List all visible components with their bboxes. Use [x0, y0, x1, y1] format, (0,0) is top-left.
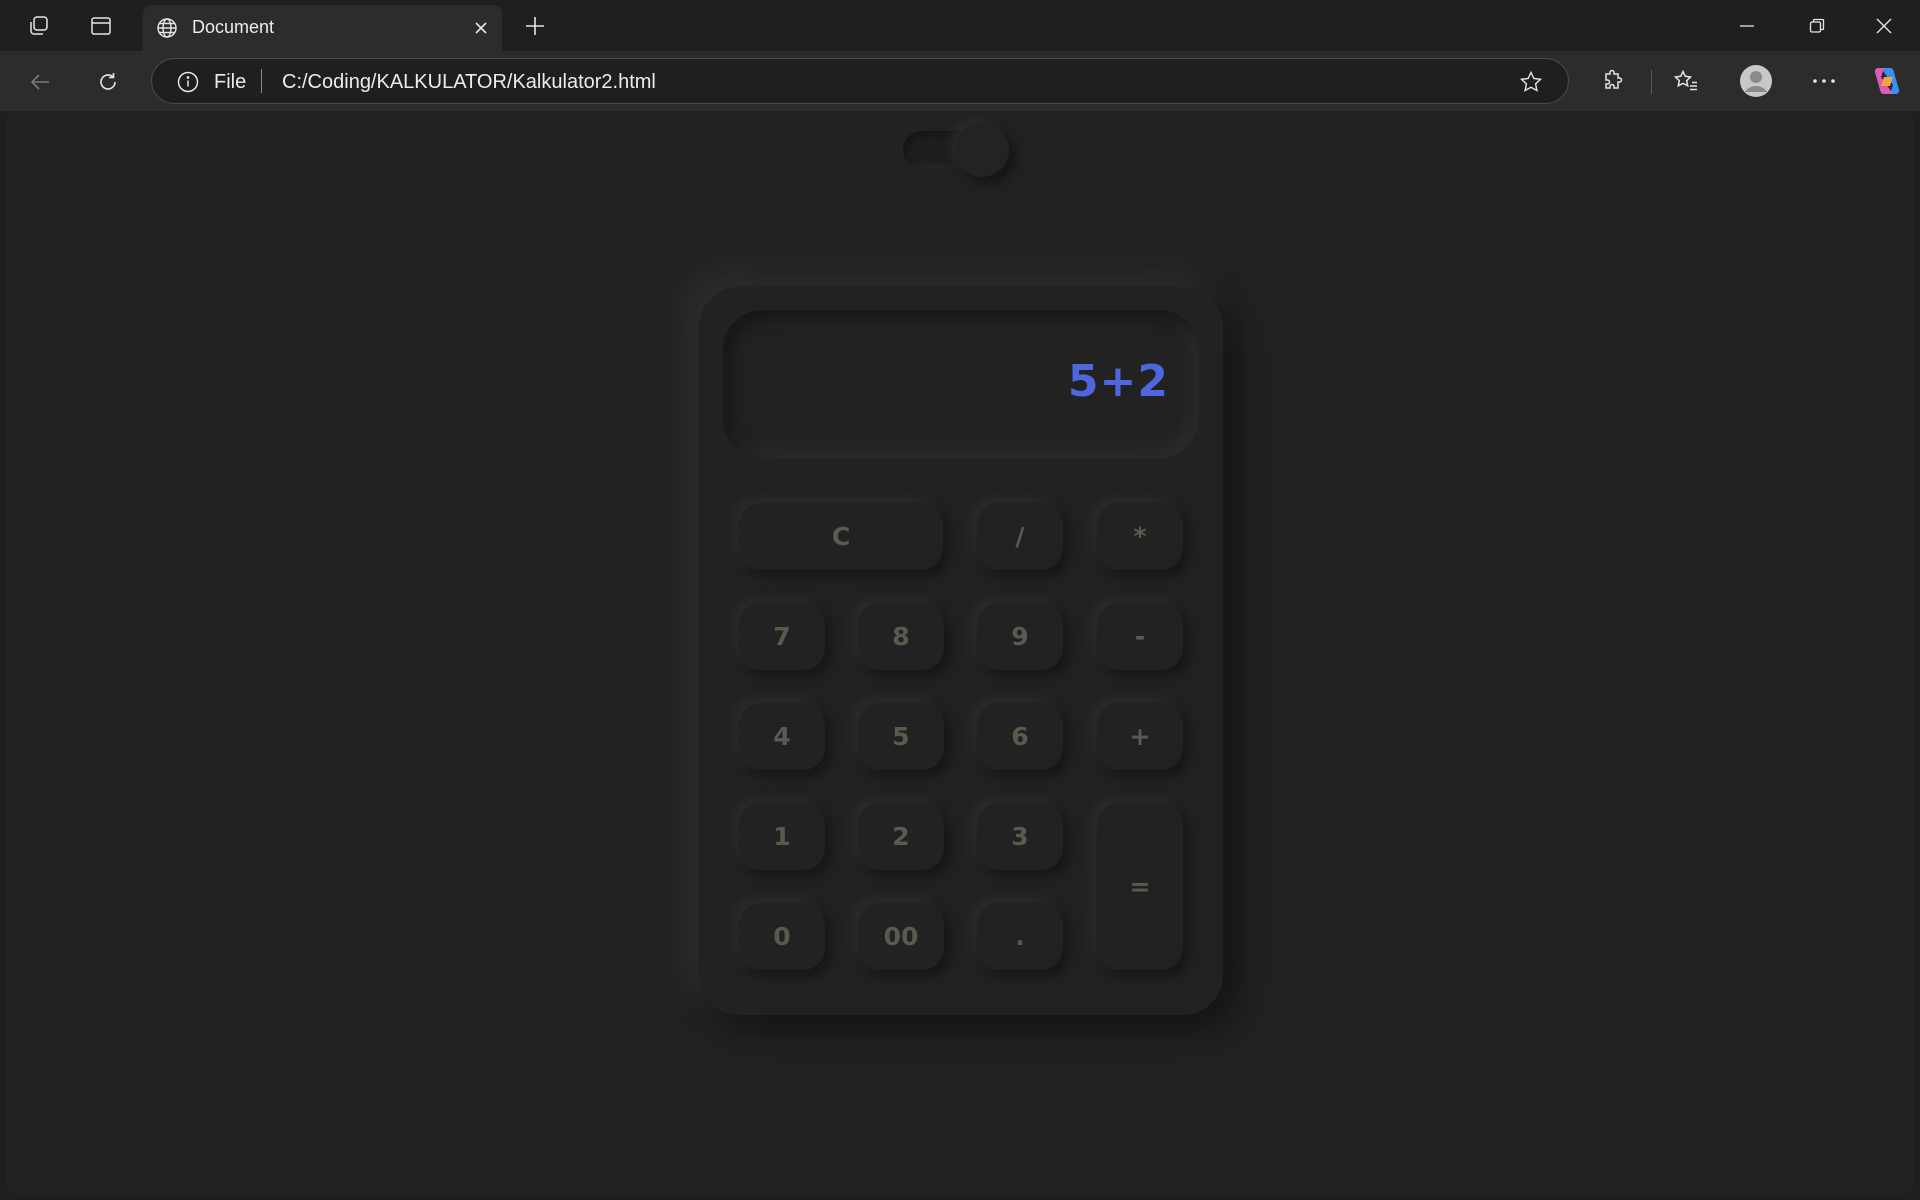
tab-actions-icon[interactable] — [86, 12, 116, 40]
key-3[interactable]: 3 — [977, 803, 1063, 870]
key-7[interactable]: 7 — [739, 603, 825, 670]
key-8[interactable]: 8 — [858, 603, 944, 670]
calculator: 5+2 C / * 7 8 9 - 4 5 6 + 1 2 3 = 0 00 . — [699, 287, 1223, 1015]
profile-avatar-icon[interactable] — [1738, 63, 1774, 99]
workspaces-icon[interactable] — [24, 12, 54, 40]
info-icon[interactable] — [176, 70, 200, 94]
restore-icon[interactable] — [1797, 12, 1837, 40]
tab-document[interactable]: Document — [143, 5, 502, 51]
key-5[interactable]: 5 — [858, 703, 944, 770]
minimize-icon[interactable] — [1727, 12, 1767, 40]
favorites-icon[interactable] — [1669, 64, 1703, 98]
toggle-knob[interactable] — [955, 123, 1009, 177]
browser-toolbar: File C:/Coding/KALKULATOR/Kalkulator2.ht… — [0, 51, 1920, 111]
key-0[interactable]: 0 — [739, 903, 825, 970]
reload-icon[interactable] — [91, 65, 125, 99]
page-viewport: 5+2 C / * 7 8 9 - 4 5 6 + 1 2 3 = 0 00 . — [6, 111, 1914, 1194]
calculator-display: 5+2 — [723, 310, 1199, 458]
browser-tab-bar: Document — [0, 0, 1920, 51]
divide-button[interactable]: / — [977, 503, 1063, 570]
globe-icon — [154, 15, 180, 41]
more-options-icon[interactable] — [1807, 64, 1841, 98]
new-tab-icon[interactable] — [520, 12, 550, 40]
close-window-icon[interactable] — [1864, 12, 1904, 40]
theme-toggle-switch[interactable] — [903, 123, 1011, 177]
address-bar[interactable]: File C:/Coding/KALKULATOR/Kalkulator2.ht… — [151, 58, 1569, 104]
toolbar-divider — [1651, 70, 1652, 94]
key-2[interactable]: 2 — [858, 803, 944, 870]
plus-button[interactable]: + — [1097, 703, 1183, 770]
address-scheme: File — [214, 71, 247, 93]
url-text[interactable]: C:/Coding/KALKULATOR/Kalkulator2.html — [282, 71, 656, 94]
decimal-button[interactable]: . — [977, 903, 1063, 970]
back-arrow-icon[interactable] — [24, 65, 58, 99]
favorite-star-icon[interactable] — [1518, 69, 1544, 95]
minus-button[interactable]: - — [1097, 603, 1183, 670]
clear-button[interactable]: C — [739, 503, 943, 570]
tab-title: Document — [192, 17, 275, 37]
key-1[interactable]: 1 — [739, 803, 825, 870]
copilot-icon[interactable] — [1869, 63, 1905, 99]
key-9[interactable]: 9 — [977, 603, 1063, 670]
equals-button[interactable]: = — [1097, 803, 1183, 970]
extensions-icon[interactable] — [1596, 64, 1630, 98]
key-00[interactable]: 00 — [858, 903, 944, 970]
address-divider — [261, 69, 262, 93]
multiply-button[interactable]: * — [1097, 503, 1183, 570]
key-6[interactable]: 6 — [977, 703, 1063, 770]
key-4[interactable]: 4 — [739, 703, 825, 770]
close-tab-icon[interactable] — [468, 15, 494, 41]
display-value: 5+2 — [1067, 356, 1169, 407]
